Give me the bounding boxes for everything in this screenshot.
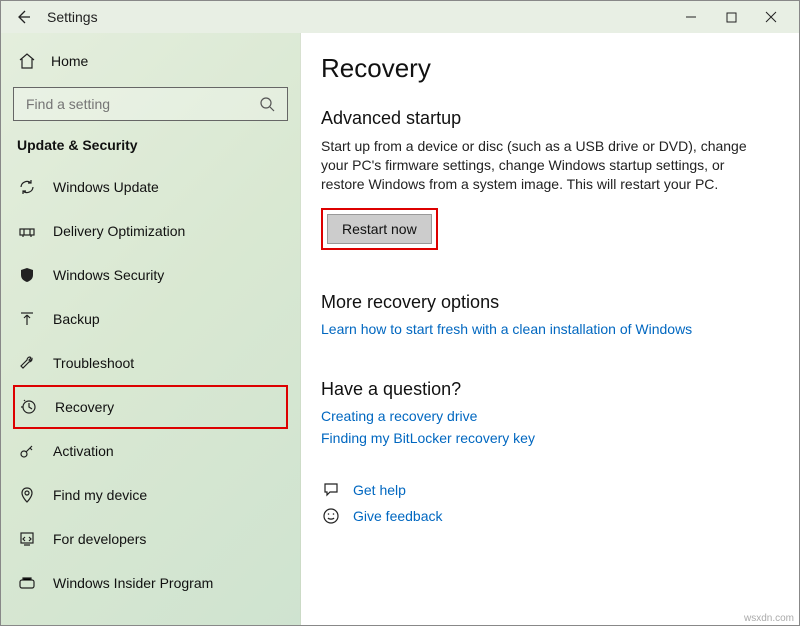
- sidebar: Home Update & Security Windows Update De…: [1, 33, 301, 625]
- titlebar: Settings: [1, 1, 799, 33]
- fresh-install-link[interactable]: Learn how to start fresh with a clean in…: [321, 321, 771, 337]
- close-icon: [765, 11, 777, 23]
- sidebar-item-label: Activation: [53, 443, 114, 459]
- maximize-button[interactable]: [711, 3, 751, 31]
- key-icon: [17, 441, 37, 461]
- advanced-startup-heading: Advanced startup: [321, 108, 771, 129]
- search-input[interactable]: [24, 95, 257, 113]
- sidebar-item-label: Find my device: [53, 487, 147, 503]
- page-title: Recovery: [321, 53, 771, 84]
- sync-icon: [17, 177, 37, 197]
- developer-icon: [17, 529, 37, 549]
- search-icon: [257, 94, 277, 114]
- sidebar-item-delivery-optimization[interactable]: Delivery Optimization: [13, 209, 288, 253]
- sidebar-item-windows-update[interactable]: Windows Update: [13, 165, 288, 209]
- bitlocker-key-link[interactable]: Finding my BitLocker recovery key: [321, 430, 771, 446]
- sidebar-item-label: For developers: [53, 531, 146, 547]
- delivery-icon: [17, 221, 37, 241]
- give-feedback-row: Give feedback: [321, 506, 771, 526]
- maximize-icon: [726, 12, 737, 23]
- recovery-icon: [19, 397, 39, 417]
- chat-icon: [321, 480, 341, 500]
- sidebar-item-recovery[interactable]: Recovery: [13, 385, 288, 429]
- shield-icon: [17, 265, 37, 285]
- main-content: Recovery Advanced startup Start up from …: [301, 33, 799, 625]
- sidebar-home[interactable]: Home: [13, 41, 288, 81]
- sidebar-section-title: Update & Security: [17, 137, 288, 153]
- advanced-startup-description: Start up from a device or disc (such as …: [321, 137, 771, 194]
- get-help-link[interactable]: Get help: [353, 482, 406, 498]
- sidebar-item-windows-security[interactable]: Windows Security: [13, 253, 288, 297]
- search-box[interactable]: [13, 87, 288, 121]
- minimize-button[interactable]: [671, 3, 711, 31]
- sidebar-item-label: Windows Update: [53, 179, 159, 195]
- give-feedback-link[interactable]: Give feedback: [353, 508, 443, 524]
- sidebar-item-label: Troubleshoot: [53, 355, 134, 371]
- insider-icon: [17, 573, 37, 593]
- sidebar-item-backup[interactable]: Backup: [13, 297, 288, 341]
- sidebar-item-for-developers[interactable]: For developers: [13, 517, 288, 561]
- close-button[interactable]: [751, 3, 791, 31]
- recovery-drive-link[interactable]: Creating a recovery drive: [321, 408, 771, 424]
- get-help-row: Get help: [321, 480, 771, 500]
- more-recovery-heading: More recovery options: [321, 292, 771, 313]
- sidebar-home-label: Home: [51, 53, 88, 69]
- restart-button-highlight: Restart now: [321, 208, 438, 250]
- sidebar-item-activation[interactable]: Activation: [13, 429, 288, 473]
- sidebar-item-label: Windows Security: [53, 267, 164, 283]
- have-a-question-heading: Have a question?: [321, 379, 771, 400]
- wrench-icon: [17, 353, 37, 373]
- sidebar-item-find-my-device[interactable]: Find my device: [13, 473, 288, 517]
- back-button[interactable]: [13, 7, 33, 27]
- home-icon: [17, 51, 37, 71]
- restart-now-button[interactable]: Restart now: [327, 214, 432, 244]
- sidebar-item-label: Delivery Optimization: [53, 223, 185, 239]
- sidebar-item-label: Recovery: [55, 399, 114, 415]
- sidebar-item-windows-insider[interactable]: Windows Insider Program: [13, 561, 288, 605]
- window-title: Settings: [47, 9, 98, 25]
- feedback-icon: [321, 506, 341, 526]
- minimize-icon: [685, 11, 697, 23]
- back-arrow-icon: [15, 9, 31, 25]
- sidebar-item-troubleshoot[interactable]: Troubleshoot: [13, 341, 288, 385]
- location-icon: [17, 485, 37, 505]
- watermark: wsxdn.com: [744, 613, 794, 624]
- sidebar-item-label: Windows Insider Program: [53, 575, 213, 591]
- backup-icon: [17, 309, 37, 329]
- sidebar-item-label: Backup: [53, 311, 100, 327]
